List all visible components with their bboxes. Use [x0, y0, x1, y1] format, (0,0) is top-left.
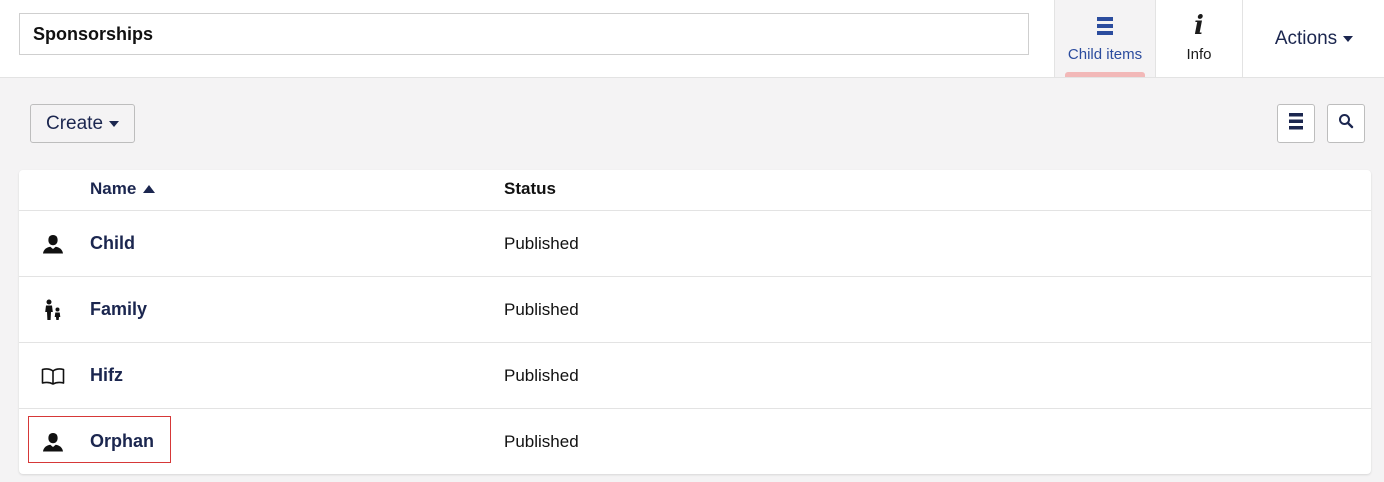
table-row[interactable]: Family Published	[19, 277, 1371, 343]
actions-button[interactable]: Actions	[1243, 0, 1384, 77]
row-name-link[interactable]: Hifz	[90, 365, 123, 386]
title-input[interactable]	[19, 13, 1029, 55]
actions-container: Actions	[1242, 0, 1384, 77]
caret-down-icon	[109, 120, 120, 127]
items-table: Name Status Child Published Family Publi…	[19, 170, 1371, 474]
tab-info-label: Info	[1186, 46, 1212, 63]
actions-label: Actions	[1274, 27, 1338, 49]
row-status: Published	[504, 300, 579, 319]
person-icon	[41, 233, 65, 255]
info-icon: i	[1194, 11, 1204, 41]
create-button[interactable]: Create	[30, 104, 135, 143]
tab-child-items[interactable]: Child items	[1054, 0, 1155, 77]
create-label: Create	[45, 112, 104, 134]
family-icon	[41, 299, 65, 321]
list-icon	[1289, 112, 1303, 135]
row-name-link[interactable]: Family	[90, 299, 147, 320]
row-status: Published	[504, 366, 579, 385]
column-header-status: Status	[504, 179, 556, 198]
person-icon	[41, 431, 65, 453]
active-tab-indicator	[1065, 72, 1145, 77]
search-button[interactable]	[1327, 104, 1365, 143]
sort-ascending-icon	[143, 185, 156, 193]
table-header: Name Status	[19, 170, 1371, 211]
column-header-name[interactable]: Name	[90, 179, 156, 199]
tab-info[interactable]: i Info	[1155, 0, 1242, 77]
table-row[interactable]: Hifz Published	[19, 343, 1371, 409]
table-row[interactable]: Orphan Published	[19, 409, 1371, 474]
search-icon	[1338, 113, 1354, 134]
column-header-name-label: Name	[90, 179, 137, 198]
list-icon	[1097, 13, 1113, 39]
table-row[interactable]: Child Published	[19, 211, 1371, 277]
row-status: Published	[504, 432, 579, 451]
top-bar: Child items i Info Actions	[0, 0, 1384, 78]
row-status: Published	[504, 234, 579, 253]
row-name-link[interactable]: Orphan	[90, 431, 154, 452]
view-toggle-button[interactable]	[1277, 104, 1315, 143]
caret-down-icon	[1343, 35, 1354, 42]
book-icon	[41, 365, 65, 387]
row-name-link[interactable]: Child	[90, 233, 135, 254]
tab-child-items-label: Child items	[1067, 46, 1143, 63]
